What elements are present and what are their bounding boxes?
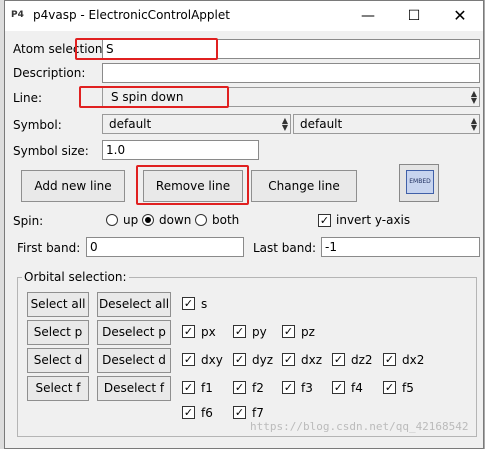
spin-up-radio[interactable] [106,214,118,226]
symbol-value-2: default [300,117,343,131]
orbital-px-checkbox[interactable]: ✓ [182,325,195,338]
deselect-p-button[interactable]: Deselect p [97,320,171,345]
window-title: p4vasp - ElectronicControlApplet [33,8,230,22]
orbital-f5-checkbox[interactable]: ✓ [383,381,396,394]
first-band-input[interactable]: 0 [86,237,244,257]
invert-y-axis-checkbox[interactable]: ✓ [318,214,331,227]
select-p-button[interactable]: Select p [27,320,89,345]
select-d-button[interactable]: Select d [27,348,89,373]
description-input[interactable] [102,63,480,83]
orbital-dxz-label: dxz [301,353,323,367]
atom-selection-input[interactable]: S [102,39,480,59]
select-all-button[interactable]: Select all [27,292,89,317]
applet-window: P4 p4vasp - ElectronicControlApplet — ☐ … [4,0,484,449]
orbital-f6-label: f6 [201,406,213,420]
atom-selection-label: Atom selection: [13,42,107,56]
orbital-pz-checkbox[interactable]: ✓ [282,325,295,338]
change-line-button[interactable]: Change line [251,170,357,202]
title-bar: P4 p4vasp - ElectronicControlApplet — ☐ … [5,1,483,31]
orbital-dz2-checkbox[interactable]: ✓ [332,353,345,366]
description-label: Description: [13,66,86,80]
watermark-text: https://blog.csdn.net/qq_42168542 [250,420,469,433]
first-band-label: First band: [17,241,81,255]
orbital-f6-checkbox[interactable]: ✓ [182,406,195,419]
embed-button[interactable]: EMBED [399,164,439,202]
add-new-line-button[interactable]: Add new line [21,170,125,202]
orbital-dxy-checkbox[interactable]: ✓ [182,353,195,366]
deselect-all-button[interactable]: Deselect all [97,292,171,317]
orbital-dxy-label: dxy [201,353,223,367]
orbital-f3-checkbox[interactable]: ✓ [282,381,295,394]
orbital-pz-label: pz [301,325,315,339]
deselect-d-button[interactable]: Deselect d [97,348,171,373]
orbital-py-label: py [252,325,267,339]
deselect-f-button[interactable]: Deselect f [97,376,171,401]
orbital-f4-checkbox[interactable]: ✓ [332,381,345,394]
embed-icon: EMBED [406,170,434,194]
spin-up-label: up [123,213,139,227]
invert-y-axis-label: invert y-axis [336,213,411,227]
spin-down-label: down [159,213,192,227]
symbol-combo-1[interactable]: default ▲ ▼ [102,114,291,134]
orbital-selection-legend: Orbital selection: [22,270,129,284]
orbital-f2-checkbox[interactable]: ✓ [233,381,246,394]
background-window-edge-right [484,0,494,449]
orbital-px-label: px [201,325,216,339]
orbital-dxz-checkbox[interactable]: ✓ [282,353,295,366]
symbol-size-label: Symbol size: [13,144,89,158]
orbital-s-label: s [201,297,208,311]
line-combo[interactable]: S spin down ▲ ▼ [102,87,480,107]
close-icon[interactable]: ✕ [437,1,483,31]
minimize-icon[interactable]: — [345,1,391,31]
combo-arrows-icon: ▲ ▼ [281,116,288,132]
last-band-label: Last band: [253,241,317,255]
symbol-value-1: default [109,117,152,131]
spin-both-radio[interactable] [195,214,207,226]
symbol-size-input[interactable]: 1.0 [102,140,259,160]
orbital-dyz-label: dyz [252,353,274,367]
orbital-f4-label: f4 [351,381,363,395]
remove-line-button[interactable]: Remove line [143,170,243,202]
orbital-dx2-checkbox[interactable]: ✓ [383,353,396,366]
select-f-button[interactable]: Select f [27,376,89,401]
orbital-f1-label: f1 [201,381,213,395]
orbital-dx2-label: dx2 [402,353,425,367]
orbital-dz2-label: dz2 [351,353,373,367]
line-label: Line: [13,91,43,105]
orbital-f1-checkbox[interactable]: ✓ [182,381,195,394]
orbital-f5-label: f5 [402,381,414,395]
orbital-f7-checkbox[interactable]: ✓ [233,406,246,419]
orbital-py-checkbox[interactable]: ✓ [233,325,246,338]
orbital-dyz-checkbox[interactable]: ✓ [233,353,246,366]
orbital-f2-label: f2 [252,381,264,395]
combo-arrows-icon: ▲ ▼ [470,89,477,105]
spin-down-radio[interactable] [142,214,154,226]
orbital-f3-label: f3 [301,381,313,395]
last-band-input[interactable]: -1 [321,237,480,257]
orbital-s-checkbox[interactable]: ✓ [182,297,195,310]
line-value: S spin down [111,90,184,104]
maximize-icon[interactable]: ☐ [391,1,437,31]
symbol-label: Symbol: [13,118,62,132]
symbol-combo-2[interactable]: default ▲ ▼ [293,114,480,134]
combo-arrows-icon: ▲ ▼ [470,116,477,132]
app-icon: P4 [11,10,24,20]
spin-label: Spin: [13,214,44,228]
orbital-f7-label: f7 [252,406,264,420]
spin-both-label: both [212,213,240,227]
